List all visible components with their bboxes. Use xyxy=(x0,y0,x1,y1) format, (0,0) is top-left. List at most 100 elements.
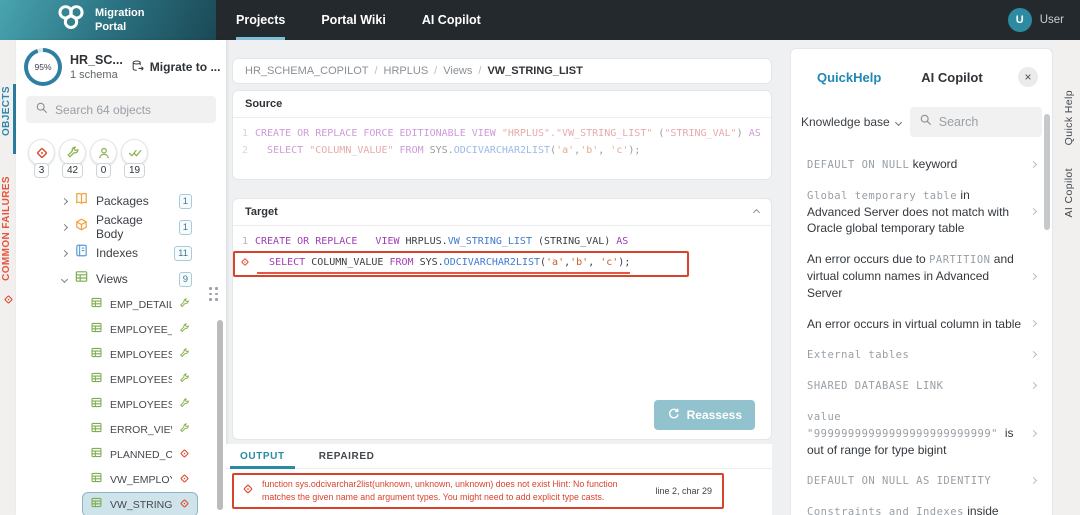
help-topic-7[interactable]: value "99999999999999999999999999" is ou… xyxy=(807,401,1036,465)
code-line-2[interactable]: 2 SELECT "COLUMN_VALUE" FROM SYS.ODCIVAR… xyxy=(233,142,771,159)
nav-tab-projects[interactable]: Projects xyxy=(236,0,285,40)
chevron-right-icon[interactable] xyxy=(61,197,68,204)
view-item-label: EMPLOYEES_DE... xyxy=(110,374,172,386)
chevron-down-icon[interactable] xyxy=(61,275,68,282)
view-item-emp-details-v[interactable]: EMP_DETAILS_V... xyxy=(82,292,198,317)
knowledge-base-row: Knowledge base xyxy=(791,87,1052,141)
brand[interactable]: MigrationPortal xyxy=(0,0,216,40)
output-tab-repaired[interactable]: REPAIRED xyxy=(307,444,387,468)
help-topic-8[interactable]: DEFAULT ON NULL AS IDENTITY xyxy=(807,465,1036,496)
help-topic-3[interactable]: An error occurs due to PARTITION and vir… xyxy=(807,244,1036,308)
target-code[interactable]: 1CREATE OR REPLACE VIEW HRPLUS.VW_STRING… xyxy=(233,226,771,277)
view-icon xyxy=(90,296,103,314)
view-item-employees-by[interactable]: EMPLOYEES_BY... xyxy=(82,342,198,367)
tree-item-package-body[interactable]: Package Body 1 xyxy=(16,214,226,240)
rail-tab-objects[interactable]: OBJECTS xyxy=(1,86,12,136)
status-stat-check-double[interactable]: 19 xyxy=(119,139,150,178)
help-scrollbar[interactable] xyxy=(1044,114,1050,230)
status-summary: 3 42 0 19 xyxy=(16,139,226,178)
stat-count: 0 xyxy=(96,163,112,178)
tree-item-packages[interactable]: Packages1 xyxy=(16,188,226,214)
nav-tab-ai-copilot[interactable]: AI Copilot xyxy=(422,0,481,40)
chevron-right-icon[interactable] xyxy=(61,249,68,256)
help-topic-6[interactable]: SHARED DATABASE LINK xyxy=(807,370,1036,401)
help-search-input[interactable] xyxy=(939,115,1033,129)
tree-item-indexes[interactable]: Indexes11 xyxy=(16,240,226,266)
status-stat-wrench[interactable]: 42 xyxy=(57,139,88,178)
help-topic-9[interactable]: Constraints and Indexes inside Table def… xyxy=(807,496,1036,515)
tree-item-label: Package Body xyxy=(96,213,172,241)
user-name: User xyxy=(1040,14,1064,26)
wrench-icon xyxy=(179,296,190,314)
knowledge-base-dropdown[interactable]: Knowledge base xyxy=(801,115,901,129)
migration-portal-app: MigrationPortal Projects Portal Wiki AI Co… xyxy=(0,0,1080,515)
view-icon xyxy=(74,269,89,289)
code-line-1[interactable]: 1CREATE OR REPLACE VIEW HRPLUS.VW_STRING… xyxy=(233,233,771,250)
user-menu[interactable]: U User xyxy=(1008,0,1080,40)
view-item-vw-string-list[interactable]: VW_STRING_LIST xyxy=(82,492,198,515)
help-topic-text: An error occurs in virtual column in tab… xyxy=(807,316,1023,333)
help-topic-5[interactable]: External tables xyxy=(807,339,1036,370)
view-item-employees-de[interactable]: EMPLOYEES_DE... xyxy=(82,367,198,392)
chevron-right-icon[interactable] xyxy=(61,223,68,230)
help-topic-text: value "99999999999999999999999999" is ou… xyxy=(807,408,1023,458)
help-topic-text: External tables xyxy=(807,346,1023,363)
index-icon xyxy=(74,243,89,263)
source-title: Source xyxy=(245,98,282,110)
sidebar-scrollbar[interactable] xyxy=(217,320,223,510)
code-line-1[interactable]: 1CREATE OR REPLACE FORCE EDITIONABLE VIE… xyxy=(233,125,771,142)
breadcrumb-item-views[interactable]: Views xyxy=(443,65,472,77)
view-item-vw-employee[interactable]: VW_EMPLOYEE_... xyxy=(82,467,198,492)
reassess-button[interactable]: Reassess xyxy=(654,400,755,430)
schema-name[interactable]: HR_SC... xyxy=(70,53,123,67)
wrench-icon xyxy=(179,321,190,339)
object-search-input[interactable] xyxy=(55,103,207,117)
view-item-label: VW_EMPLOYEE_... xyxy=(110,474,172,486)
package-icon xyxy=(74,191,89,211)
rail-tab-ai-copilot[interactable]: AI Copilot xyxy=(1063,168,1075,218)
breadcrumb-item-hrplus[interactable]: HRPLUS xyxy=(384,65,429,77)
views-list: EMP_DETAILS_V...EMPLOYEE_MAN...EMPLOYEES… xyxy=(16,292,226,515)
code-text: CREATE OR REPLACE VIEW HRPLUS.VW_STRING_… xyxy=(255,233,628,250)
view-item-error-view[interactable]: ERROR_VIEW xyxy=(82,417,198,442)
nav-tab-portal-wiki[interactable]: Portal Wiki xyxy=(321,0,385,40)
error-message: function sys.odcivarchar2list(unknown, u… xyxy=(262,478,647,504)
error-diamond-icon xyxy=(242,482,254,500)
help-topic-4[interactable]: An error occurs in virtual column in tab… xyxy=(807,309,1036,340)
tab-ai-copilot[interactable]: AI Copilot xyxy=(921,70,982,85)
stat-count: 42 xyxy=(62,163,83,178)
tree-item-views[interactable]: Views9 xyxy=(16,266,226,292)
code-text: SELECT COLUMN_VALUE FROM SYS.ODCIVARCHAR… xyxy=(257,254,630,274)
quick-help-panel: QuickHelp AI Copilot × Knowledge base DE… xyxy=(790,48,1053,515)
source-panel: Source 1CREATE OR REPLACE FORCE EDITIONA… xyxy=(232,90,772,180)
tab-quickhelp[interactable]: QuickHelp xyxy=(817,70,881,85)
object-count-badge: 1 xyxy=(179,220,192,235)
code-line-2[interactable]: SELECT COLUMN_VALUE FROM SYS.ODCIVARCHAR… xyxy=(235,254,687,274)
status-stat-error-diamond[interactable]: 3 xyxy=(26,139,57,178)
output-tab-output[interactable]: OUTPUT xyxy=(228,444,297,468)
view-icon xyxy=(90,471,103,489)
panel-resize-handle[interactable] xyxy=(209,287,218,301)
view-item-employees-ma[interactable]: EMPLOYEES_MA... xyxy=(82,392,198,417)
avatar[interactable]: U xyxy=(1008,8,1032,32)
code-text: SELECT "COLUMN_VALUE" FROM SYS.ODCIVARCH… xyxy=(255,142,640,159)
refresh-icon xyxy=(667,407,680,423)
chevron-right-icon xyxy=(1030,161,1037,168)
close-panel-button[interactable]: × xyxy=(1018,67,1038,87)
view-icon xyxy=(90,396,103,414)
view-item-employee-man[interactable]: EMPLOYEE_MAN... xyxy=(82,317,198,342)
help-topic-text: Constraints and Indexes inside Table def… xyxy=(807,503,1023,515)
help-topic-2[interactable]: Global temporary table in Advanced Serve… xyxy=(807,180,1036,244)
breadcrumb-item-hr-schema-copilot[interactable]: HR_SCHEMA_COPILOT xyxy=(245,65,368,77)
stat-count: 3 xyxy=(34,163,50,178)
collapse-chevron-icon[interactable] xyxy=(753,208,760,215)
assessment-error[interactable]: function sys.odcivarchar2list(unknown, u… xyxy=(232,473,724,509)
help-topic-1[interactable]: DEFAULT ON NULL keyword xyxy=(807,149,1036,180)
object-count-badge: 11 xyxy=(174,246,192,261)
rail-tab-common-failures[interactable]: COMMON FAILURES xyxy=(1,176,12,281)
view-item-planned-com[interactable]: PLANNED_COM... xyxy=(82,442,198,467)
migrate-to-button[interactable]: Migrate to ... xyxy=(131,59,223,76)
view-icon xyxy=(90,371,103,389)
rail-tab-quick-help[interactable]: Quick Help xyxy=(1063,90,1075,145)
status-stat-person[interactable]: 0 xyxy=(88,139,119,178)
